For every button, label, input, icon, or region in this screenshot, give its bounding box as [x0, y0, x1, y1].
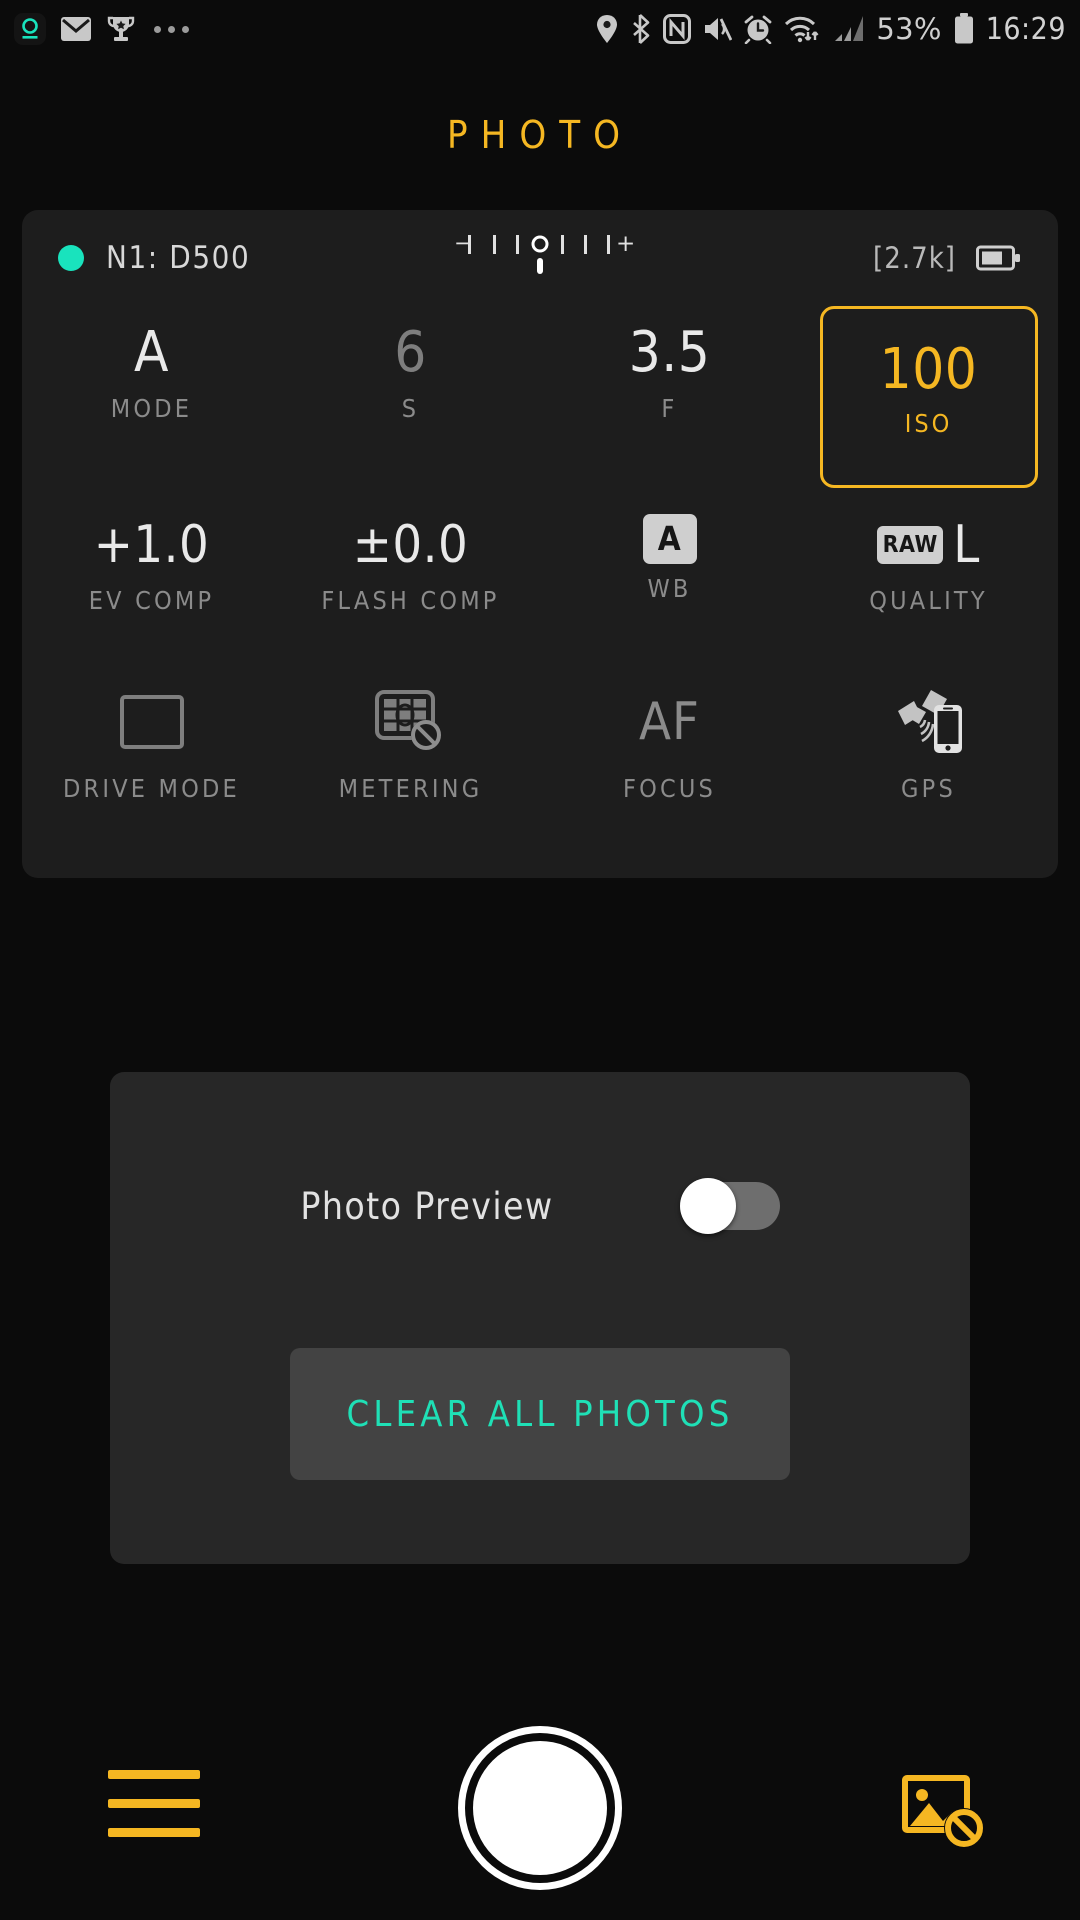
cellular-signal-icon	[835, 16, 864, 41]
clear-all-photos-button[interactable]: CLEAR ALL PHOTOS	[290, 1348, 790, 1480]
mail-icon	[61, 17, 91, 41]
setting-white-balance[interactable]: A WB	[540, 514, 799, 672]
capture-options-row: DRIVE MODE METERING AF FOCUS GPS	[22, 672, 1058, 848]
drive-mode-label: DRIVE MODE	[63, 774, 240, 803]
alarm-icon	[744, 15, 772, 44]
shutter-inner	[473, 1741, 607, 1875]
compensation-row: +1.0 EV COMP ±0.0 FLASH COMP A WB RAW L	[22, 500, 1058, 672]
camera-header-right: [2.7k]	[873, 241, 1022, 275]
app-circle-icon	[14, 13, 46, 45]
location-icon	[597, 15, 618, 43]
gallery-disabled-icon	[902, 1775, 984, 1848]
setting-mode[interactable]: A MODE	[22, 322, 281, 500]
setting-ev-comp[interactable]: +1.0 EV COMP	[22, 514, 281, 672]
gps-label: GPS	[901, 774, 956, 803]
status-bar-right-icons: 53% 16:29	[595, 12, 1066, 47]
setting-drive-mode[interactable]: DRIVE MODE	[22, 686, 281, 848]
exposure-meter-icon: − +	[454, 231, 635, 274]
photo-preview-label: Photo Preview	[300, 1184, 554, 1228]
photo-settings-panel: Photo Preview CLEAR ALL PHOTOS	[110, 1072, 970, 1564]
wifi-icon	[785, 16, 819, 43]
gps-icon	[897, 690, 962, 753]
quality-label: QUALITY	[869, 586, 988, 615]
drive-mode-icon	[119, 695, 184, 749]
photo-preview-row: Photo Preview	[110, 1178, 970, 1234]
aperture-label: F	[661, 394, 678, 423]
page-title: PHOTO	[446, 113, 633, 157]
connection-status-dot	[58, 245, 84, 271]
mode-label: MODE	[110, 394, 193, 423]
gallery-disabled-button[interactable]	[902, 1772, 988, 1856]
shutter-speed-label: S	[401, 394, 420, 423]
metering-label: METERING	[338, 774, 483, 803]
metering-disabled-icon	[374, 690, 441, 750]
setting-flash-comp[interactable]: ±0.0 FLASH COMP	[281, 514, 540, 672]
exposure-row: A MODE 6 S 3.5 F 100 ISO	[22, 300, 1058, 500]
camera-header: N1: D500 − + [2.7k]	[22, 210, 1058, 306]
status-bar-left-icons	[14, 13, 189, 45]
camera-settings-grid: A MODE 6 S 3.5 F 100 ISO +1.0 EV COMP ±0…	[22, 300, 1058, 848]
shutter-speed-value: 6	[394, 320, 427, 385]
setting-aperture[interactable]: 3.5 F	[540, 322, 799, 500]
clock-label: 16:29	[985, 11, 1066, 47]
nfc-icon	[663, 14, 692, 44]
setting-metering[interactable]: METERING	[281, 686, 540, 848]
toggle-knob	[679, 1178, 736, 1234]
mute-icon	[705, 18, 733, 41]
ev-comp-label: EV COMP	[88, 586, 215, 615]
battery-icon	[954, 13, 973, 44]
raw-badge: RAW	[877, 526, 944, 564]
system-status-bar: 53% 16:29	[0, 0, 1080, 58]
wb-auto-badge: A	[642, 514, 697, 564]
svg-text:+: +	[616, 231, 635, 257]
setting-gps[interactable]: GPS	[799, 686, 1058, 848]
camera-name-label: N1: D500	[106, 240, 251, 276]
af-icon: AF	[639, 692, 700, 752]
bottom-action-bar	[0, 1680, 1080, 1920]
mode-value: A	[134, 320, 169, 385]
battery-percent-label: 53%	[876, 12, 942, 46]
setting-focus[interactable]: AF FOCUS	[540, 686, 799, 848]
camera-status-card: N1: D500 − + [2.7k] A MODE 6 S 3.5 F 100…	[22, 210, 1058, 878]
shots-remaining-label: [2.7k]	[873, 241, 956, 275]
iso-value: 100	[879, 337, 978, 402]
shutter-button[interactable]	[458, 1726, 622, 1890]
ev-comp-value: +1.0	[93, 515, 210, 575]
setting-iso[interactable]: 100 ISO	[799, 306, 1058, 500]
setting-shutter-speed[interactable]: 6 S	[281, 322, 540, 500]
camera-remote-app: 53% 16:29 PHOTO N1: D500 − + [2.7k] A MO…	[0, 0, 1080, 1920]
trophy-icon	[107, 16, 135, 41]
iso-selected-box[interactable]: 100 ISO	[819, 306, 1038, 488]
aperture-value: 3.5	[628, 320, 711, 385]
flash-comp-value: ±0.0	[352, 515, 469, 575]
camera-battery-icon	[976, 245, 1020, 271]
quality-size-value: L	[953, 515, 980, 575]
photo-preview-toggle[interactable]	[679, 1178, 780, 1234]
hamburger-menu-icon[interactable]	[108, 1770, 200, 1837]
white-balance-label: WB	[647, 574, 692, 603]
setting-quality[interactable]: RAW L QUALITY	[799, 514, 1058, 672]
more-dots-icon	[154, 25, 189, 33]
flash-comp-label: FLASH COMP	[321, 586, 500, 615]
bluetooth-icon	[633, 14, 650, 44]
iso-label: ISO	[904, 409, 953, 438]
focus-label: FOCUS	[622, 774, 717, 803]
